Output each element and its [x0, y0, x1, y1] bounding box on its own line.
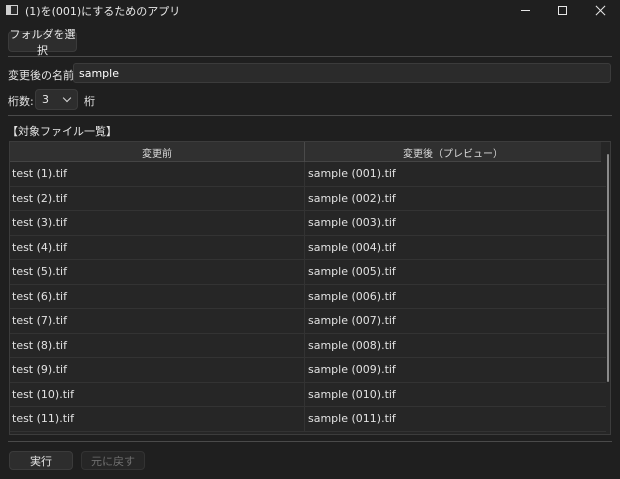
minimize-icon	[520, 9, 530, 11]
file-list-section-label: 【対象ファイル一覧】	[7, 125, 117, 138]
new-name-input[interactable]: sample	[73, 63, 611, 83]
cell-after-name: sample (009).tif	[308, 363, 396, 377]
close-button[interactable]	[580, 0, 620, 20]
cell-before-name: test (7).tif	[10, 309, 305, 333]
table-row[interactable]: test (1).tif sample (001).tif	[10, 162, 606, 187]
table-row[interactable]: test (5).tif sample (005).tif	[10, 260, 606, 285]
select-folder-button[interactable]: フォルダを選択	[8, 28, 77, 57]
table-row[interactable]: test (7).tif sample (007).tif	[10, 309, 606, 334]
cell-after-name: sample (003).tif	[308, 216, 396, 230]
table-row[interactable]: test (9).tif sample (009).tif	[10, 358, 606, 383]
cell-before-name: test (4).tif	[10, 235, 305, 259]
cell-after-name: sample (002).tif	[308, 191, 396, 205]
cell-before-name: test (8).tif	[10, 333, 305, 357]
cell-after-name: sample (005).tif	[308, 265, 396, 279]
column-header-after-preview[interactable]: 変更後（プレビュー）	[305, 142, 601, 162]
cell-before-name: test (9).tif	[10, 358, 305, 382]
table-row[interactable]: test (8).tif sample (008).tif	[10, 333, 606, 358]
cell-after-name: sample (007).tif	[308, 314, 396, 328]
table-row[interactable]: test (10).tif sample (010).tif	[10, 382, 606, 407]
table-row[interactable]: test (6).tif sample (006).tif	[10, 284, 606, 309]
run-button[interactable]: 実行	[9, 451, 73, 470]
table-row[interactable]: test (2).tif sample (002).tif	[10, 186, 606, 211]
cell-after-name: sample (001).tif	[308, 167, 396, 181]
cell-before-name: test (10).tif	[10, 382, 305, 406]
divider	[8, 115, 612, 116]
cell-after-name: sample (011).tif	[308, 412, 396, 426]
cell-after-name: sample (010).tif	[308, 387, 396, 401]
undo-button[interactable]: 元に戻す	[81, 451, 145, 470]
maximize-icon	[557, 5, 567, 15]
cell-before-name: test (2).tif	[10, 186, 305, 210]
title-bar: (1)を(001)にするためのアプリ	[0, 0, 620, 20]
name-label: 変更後の名前:	[8, 69, 78, 82]
table-body: test (1).tif sample (001).tif test (2).tif…	[10, 162, 606, 432]
column-header-before[interactable]: 変更前	[10, 142, 305, 162]
chevron-down-icon	[62, 93, 72, 103]
window-title: (1)を(001)にするためのアプリ	[25, 5, 181, 18]
divider	[8, 441, 612, 442]
cell-before-name: test (1).tif	[10, 162, 305, 186]
divider	[8, 56, 612, 57]
digits-value: 3	[42, 93, 49, 106]
digits-select[interactable]: 3	[35, 89, 78, 110]
cell-before-name: test (11).tif	[10, 407, 305, 431]
table-header: 変更前 変更後（プレビュー）	[10, 142, 601, 162]
cell-after-name: sample (008).tif	[308, 338, 396, 352]
digits-label: 桁数:	[8, 95, 34, 108]
maximize-button[interactable]	[542, 0, 582, 20]
table-row[interactable]: test (4).tif sample (004).tif	[10, 235, 606, 260]
cell-after-name: sample (004).tif	[308, 240, 396, 254]
file-list-table: 変更前 変更後（プレビュー） test (1).tif sample (001).…	[9, 141, 611, 435]
close-icon	[595, 5, 606, 16]
app-window-icon	[6, 5, 18, 15]
cell-before-name: test (6).tif	[10, 284, 305, 308]
table-row[interactable]: test (11).tif sample (011).tif	[10, 407, 606, 432]
cell-before-name: test (3).tif	[10, 211, 305, 235]
table-row[interactable]: test (3).tif sample (003).tif	[10, 211, 606, 236]
minimize-button[interactable]	[505, 0, 545, 20]
digits-suffix: 桁	[84, 95, 95, 108]
cell-before-name: test (5).tif	[10, 260, 305, 284]
vertical-scrollbar[interactable]	[607, 154, 609, 382]
cell-after-name: sample (006).tif	[308, 289, 396, 303]
